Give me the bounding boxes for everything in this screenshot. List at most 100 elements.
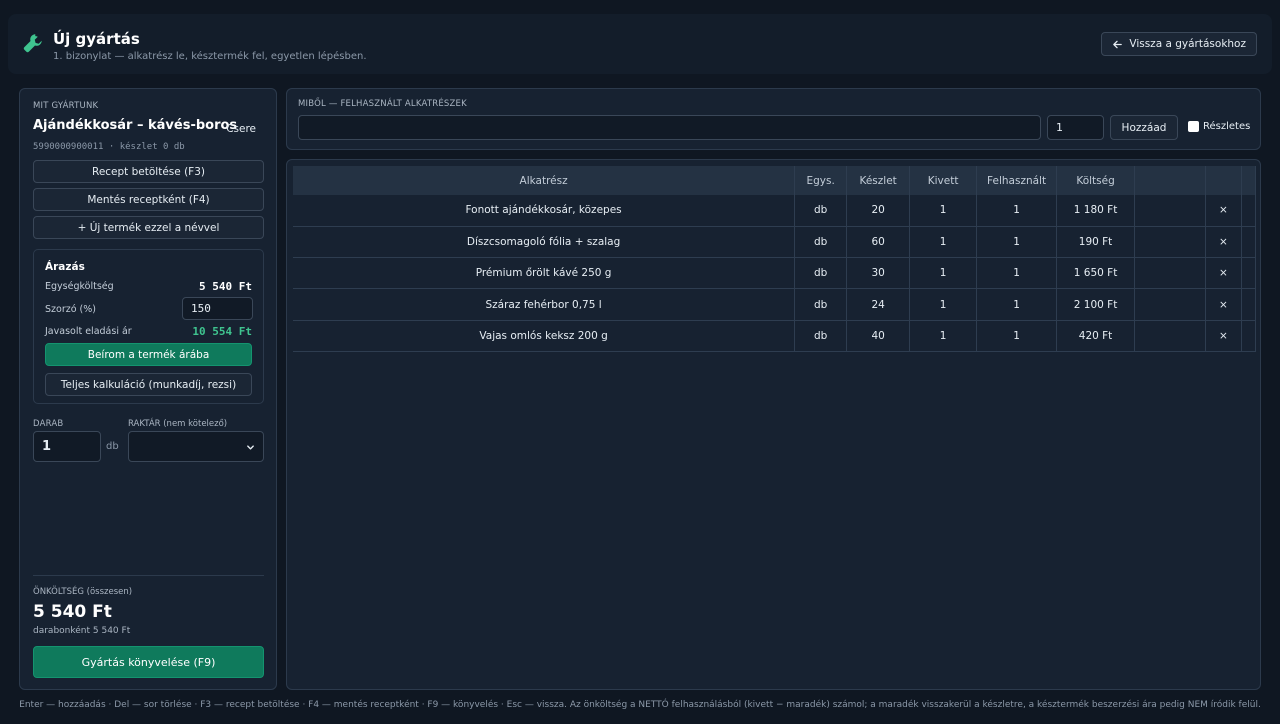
table-row[interactable]: Díszcsomagoló fólia + szalag db 60 1 1 1… bbox=[293, 226, 1257, 259]
arrow-left-icon bbox=[1113, 40, 1123, 48]
unit-cost-label: Egységköltség bbox=[45, 281, 114, 292]
col-header-action bbox=[1205, 166, 1242, 195]
part-extra bbox=[1134, 320, 1206, 352]
part-name: Fonott ajándékkosár, közepes bbox=[293, 195, 796, 227]
add-part-button[interactable]: Hozzáad bbox=[1110, 115, 1178, 140]
part-stock: 20 bbox=[846, 195, 911, 227]
part-cost: 420 Ft bbox=[1056, 320, 1136, 352]
table-row[interactable]: Száraz fehérbor 0,75 l db 24 1 1 2 100 F… bbox=[293, 288, 1257, 321]
delete-row-button[interactable]: × bbox=[1205, 257, 1242, 290]
swap-product-button[interactable]: Csere bbox=[226, 123, 256, 135]
pricing-box: Árazás Egységköltség 5 540 Ft Szorzó (%)… bbox=[33, 249, 264, 404]
col-header-extra bbox=[1134, 166, 1206, 195]
save-recipe-button[interactable]: Mentés receptként (F4) bbox=[33, 188, 264, 211]
col-header-part[interactable]: Alkatrész bbox=[293, 166, 796, 195]
load-recipe-button[interactable]: Recept betöltése (F3) bbox=[33, 160, 264, 183]
part-search-input[interactable] bbox=[298, 115, 1041, 140]
row-spacer bbox=[1241, 288, 1257, 321]
parts-section-label: MIBŐL — FELHASZNÁLT ALKATRÉSZEK bbox=[298, 99, 467, 109]
parts-table-panel: Alkatrész Egys. Készlet Kivett Felhaszná… bbox=[286, 159, 1261, 690]
part-unit: db bbox=[794, 288, 848, 321]
part-taken[interactable]: 1 bbox=[909, 257, 978, 290]
part-taken[interactable]: 1 bbox=[909, 195, 978, 227]
part-used: 1 bbox=[976, 226, 1058, 259]
part-extra bbox=[1134, 195, 1206, 227]
part-cost: 1 650 Ft bbox=[1056, 257, 1136, 290]
col-header-scroll bbox=[1241, 166, 1257, 195]
detailed-checkbox[interactable] bbox=[1188, 121, 1199, 132]
part-extra bbox=[1134, 288, 1206, 321]
parts-input-panel: MIBŐL — FELHASZNÁLT ALKATRÉSZEK 1 Hozzáa… bbox=[286, 88, 1261, 150]
quantity-label: DARAB bbox=[33, 419, 64, 429]
part-unit: db bbox=[794, 257, 848, 290]
suggested-price-value: 10 554 Ft bbox=[192, 325, 252, 338]
part-name: Prémium őrölt kávé 250 g bbox=[293, 257, 796, 290]
detailed-toggle[interactable]: Részletes bbox=[1188, 121, 1250, 132]
close-icon: × bbox=[1219, 329, 1228, 342]
part-used: 1 bbox=[976, 288, 1058, 321]
suggested-price-label: Javasolt eladási ár bbox=[45, 326, 132, 337]
table-row[interactable]: Vajas omlós keksz 200 g db 40 1 1 420 Ft… bbox=[293, 320, 1257, 352]
col-header-unit[interactable]: Egys. bbox=[794, 166, 848, 195]
part-quantity-input[interactable]: 1 bbox=[1047, 115, 1104, 140]
product-panel: MIT GYÁRTUNK Ajándékkosár – kávés-boros … bbox=[19, 88, 277, 690]
part-unit: db bbox=[794, 195, 848, 227]
part-used: 1 bbox=[976, 257, 1058, 290]
part-stock: 30 bbox=[846, 257, 911, 290]
close-icon: × bbox=[1219, 298, 1228, 311]
part-cost: 190 Ft bbox=[1056, 226, 1136, 259]
delete-row-button[interactable]: × bbox=[1205, 195, 1242, 227]
col-header-stock[interactable]: Készlet bbox=[846, 166, 911, 195]
page-header: Új gyártás 1. bizonylat — alkatrész le, … bbox=[8, 14, 1272, 74]
part-name: Vajas omlós keksz 200 g bbox=[293, 320, 796, 352]
close-icon: × bbox=[1219, 204, 1228, 217]
detailed-label: Részletes bbox=[1203, 121, 1251, 132]
multiplier-label: Szorzó (%) bbox=[45, 304, 96, 315]
delete-row-button[interactable]: × bbox=[1205, 226, 1242, 259]
warehouse-label: RAKTÁR (nem kötelező) bbox=[128, 419, 228, 429]
back-button-label: Vissza a gyártásokhoz bbox=[1129, 38, 1246, 50]
part-extra bbox=[1134, 257, 1206, 290]
table-row[interactable]: Fonott ajándékkosár, közepes db 20 1 1 1… bbox=[293, 195, 1257, 227]
part-name: Díszcsomagoló fólia + szalag bbox=[293, 226, 796, 259]
part-taken[interactable]: 1 bbox=[909, 288, 978, 321]
back-button[interactable]: Vissza a gyártásokhoz bbox=[1101, 32, 1257, 56]
close-icon: × bbox=[1219, 235, 1228, 248]
table-header-row: Alkatrész Egys. Készlet Kivett Felhaszná… bbox=[293, 166, 1257, 195]
divider bbox=[33, 575, 264, 576]
product-section-label: MIT GYÁRTUNK bbox=[33, 101, 99, 111]
part-stock: 24 bbox=[846, 288, 911, 321]
new-product-button[interactable]: + Új termék ezzel a névvel bbox=[33, 216, 264, 239]
part-cost: 1 180 Ft bbox=[1056, 195, 1136, 227]
apply-price-button[interactable]: Beírom a termék árába bbox=[45, 343, 252, 366]
part-name: Száraz fehérbor 0,75 l bbox=[293, 288, 796, 321]
delete-row-button[interactable]: × bbox=[1205, 320, 1242, 352]
col-header-taken[interactable]: Kivett bbox=[909, 166, 978, 195]
part-cost: 2 100 Ft bbox=[1056, 288, 1136, 321]
part-taken[interactable]: 1 bbox=[909, 226, 978, 259]
row-spacer bbox=[1241, 320, 1257, 352]
table-row[interactable]: Prémium őrölt kávé 250 g db 30 1 1 1 650… bbox=[293, 257, 1257, 290]
pricing-title: Árazás bbox=[45, 261, 85, 273]
quantity-unit: db bbox=[106, 441, 119, 452]
col-header-cost[interactable]: Költség bbox=[1056, 166, 1136, 195]
chevron-down-icon bbox=[247, 445, 254, 450]
part-stock: 40 bbox=[846, 320, 911, 352]
part-used: 1 bbox=[976, 320, 1058, 352]
product-meta: 5990000900011 · készlet 0 db bbox=[33, 142, 185, 152]
post-production-button[interactable]: Gyártás könyvelése (F9) bbox=[33, 646, 264, 678]
product-name: Ajándékkosár – kávés-boros bbox=[33, 118, 238, 133]
col-header-used[interactable]: Felhasznált bbox=[976, 166, 1058, 195]
full-calculation-button[interactable]: Teljes kalkuláció (munkadíj, rezsi) bbox=[45, 373, 252, 396]
close-icon: × bbox=[1219, 267, 1228, 280]
page-title: Új gyártás bbox=[53, 30, 140, 48]
cost-total: 5 540 Ft bbox=[33, 602, 112, 622]
quantity-input[interactable]: 1 bbox=[33, 431, 101, 462]
keyboard-hints: Enter — hozzáadás · Del — sor törlése · … bbox=[19, 700, 1261, 710]
warehouse-select[interactable] bbox=[128, 431, 264, 462]
multiplier-input[interactable]: 150 bbox=[182, 297, 253, 320]
part-taken[interactable]: 1 bbox=[909, 320, 978, 352]
part-used: 1 bbox=[976, 195, 1058, 227]
delete-row-button[interactable]: × bbox=[1205, 288, 1242, 321]
part-extra bbox=[1134, 226, 1206, 259]
